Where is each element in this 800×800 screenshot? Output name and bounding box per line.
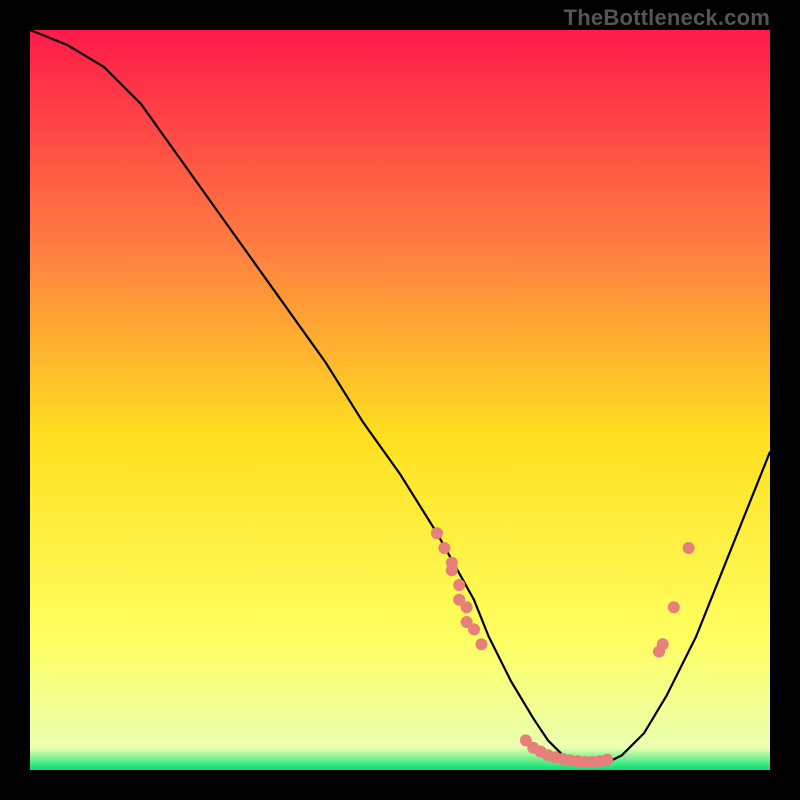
data-point [431,527,443,539]
data-point [475,638,487,650]
data-point [601,754,613,766]
data-point [468,623,480,635]
data-point [657,638,669,650]
data-point [446,564,458,576]
watermark-text: TheBottleneck.com [564,5,770,31]
data-point [453,579,465,591]
data-point [461,601,473,613]
data-point [683,542,695,554]
data-point [438,542,450,554]
chart-svg [30,30,770,770]
gradient-background [30,30,770,770]
data-point [668,601,680,613]
chart-area [30,30,770,770]
